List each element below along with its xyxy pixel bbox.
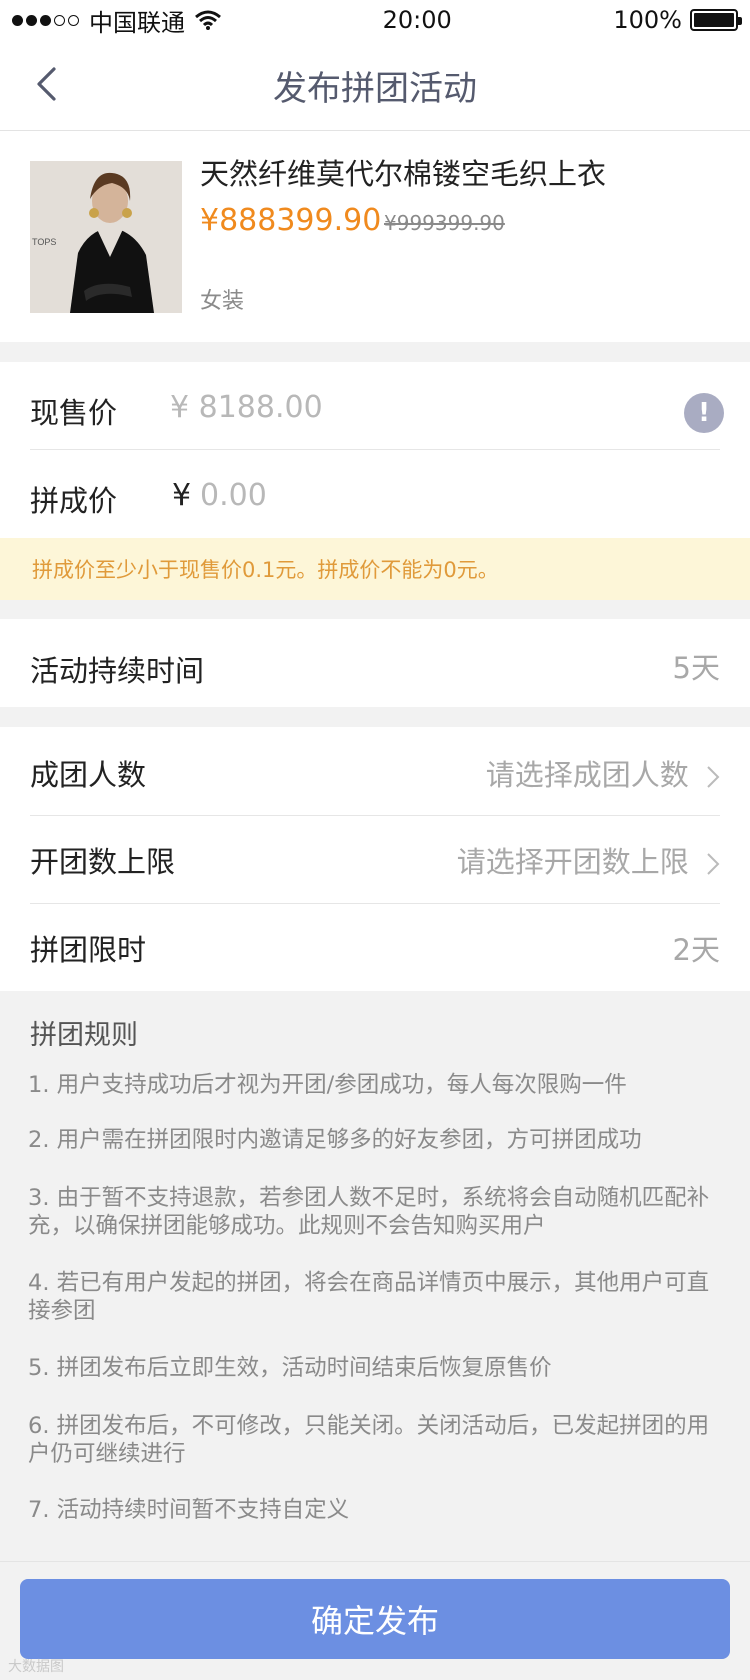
info-icon[interactable]: !	[684, 393, 724, 433]
options-card: 成团人数 请选择成团人数 开团数上限 请选择开团数上限 拼团限时 2天	[0, 727, 750, 991]
product-original-price: ¥999399.90	[384, 211, 505, 235]
back-button[interactable]	[24, 62, 68, 106]
duration-row: 活动持续时间 5天	[0, 619, 750, 707]
submit-button[interactable]: 确定发布	[20, 1579, 730, 1659]
rule-item: 6. 拼团发布后，不可修改，只能关闭。关闭活动后，已发起拼团的用户仍可继续进行	[28, 1413, 710, 1467]
group-size-value: 请选择成团人数	[485, 758, 689, 792]
group-limit-row[interactable]: 开团数上限 请选择开团数上限	[0, 815, 750, 903]
rule-item: 3. 由于暂不支持退款，若参团人数不足时，系统将会自动随机匹配补充，以确保拼团能…	[28, 1185, 710, 1239]
product-card[interactable]: TOPS 天然纤维莫代尔棉镂空毛织上衣 ¥888399.90 ¥999399.9…	[0, 131, 750, 342]
rule-item: 4. 若已有用户发起的拼团，将会在商品详情页中展示，其他用户可直接参团	[28, 1270, 710, 1324]
current-price-label: 现售价	[30, 396, 118, 430]
group-limit-value: 请选择开团数上限	[456, 845, 689, 879]
chevron-left-icon	[37, 67, 56, 101]
rule-item: 2. 用户需在拼团限时内邀请足够多的好友参团，方可拼团成功	[28, 1127, 642, 1153]
time-limit-label: 拼团限时	[30, 933, 147, 967]
group-price-input[interactable]: 0.00	[200, 478, 267, 513]
status-right: 100%	[613, 6, 742, 34]
rule-item: 5. 拼团发布后立即生效，活动时间结束后恢复原售价	[28, 1355, 552, 1381]
divider	[30, 449, 720, 450]
product-name: 天然纤维莫代尔棉镂空毛织上衣	[200, 157, 607, 191]
battery-percent: 100%	[613, 6, 682, 34]
group-price-label: 拼成价	[30, 484, 118, 518]
time-limit-value: 2天	[672, 933, 720, 967]
signal-icon	[12, 14, 79, 26]
battery-icon	[689, 9, 742, 31]
rules-section: 拼团规则 1. 用户支持成功后才视为开团/参团成功，每人每次限购一件 2. 用户…	[0, 991, 750, 1561]
product-photo-illustration: TOPS	[30, 161, 182, 313]
nav-bar: 发布拼团活动	[0, 40, 750, 131]
product-category: 女装	[200, 289, 245, 314]
chevron-right-icon	[707, 853, 720, 875]
group-size-label: 成团人数	[30, 758, 147, 792]
wifi-icon	[195, 10, 221, 30]
rule-item: 7. 活动持续时间暂不支持自定义	[28, 1497, 350, 1523]
duration-label: 活动持续时间	[30, 654, 205, 688]
duration-value: 5天	[672, 651, 720, 685]
product-price: ¥888399.90	[200, 203, 382, 238]
group-price-currency: ¥	[172, 478, 192, 513]
price-warning: 拼成价至少小于现售价0.1元。拼成价不能为0元。	[0, 538, 750, 600]
product-image-text: TOPS	[32, 237, 56, 247]
rule-item: 1. 用户支持成功后才视为开团/参团成功，每人每次限购一件	[28, 1072, 627, 1098]
group-size-row[interactable]: 成团人数 请选择成团人数	[0, 727, 750, 815]
carrier-name: 中国联通	[89, 8, 185, 37]
status-time: 20:00	[382, 6, 452, 34]
page-title: 发布拼团活动	[273, 68, 477, 109]
status-left: 中国联通	[12, 3, 221, 38]
footer: 确定发布 大数据图	[0, 1561, 750, 1680]
pricing-card: 现售价 ¥ 8188.00 ! 拼成价 ¥ 0.00	[0, 362, 750, 538]
chevron-right-icon	[707, 766, 720, 788]
status-bar: 中国联通 20:00 100%	[0, 0, 750, 40]
current-price-value: ¥ 8188.00	[170, 390, 323, 425]
group-limit-label: 开团数上限	[30, 845, 176, 879]
time-limit-row: 拼团限时 2天	[0, 903, 750, 991]
rules-title: 拼团规则	[30, 1020, 138, 1051]
group-limit-select[interactable]: 请选择开团数上限	[457, 839, 720, 881]
group-size-select[interactable]: 请选择成团人数	[486, 752, 720, 794]
watermark: 大数据图	[8, 1659, 64, 1675]
product-image: TOPS	[30, 161, 182, 313]
